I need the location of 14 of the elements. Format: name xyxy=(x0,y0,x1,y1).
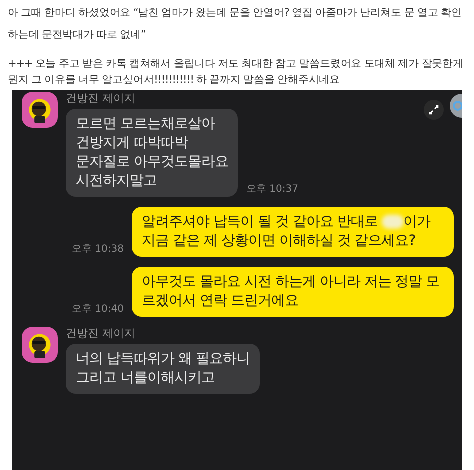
sender-name: 건방진 제이지 xyxy=(66,92,136,105)
post-paragraph: +++ 오늘 주고 받은 카톡 캡쳐해서 올립니다 저도 최대한 참고 말씀드렸어요 도대체 제가 잘못한게 뭔지 그 이유를 너무 알고싶어서!!!!!!!!!!! 하 끝까지 말씀을 안해주시네요 xyxy=(8,57,464,88)
expand-icon[interactable] xyxy=(424,100,444,120)
message-time: 오후 10:40 xyxy=(72,303,124,317)
avatar-icon[interactable] xyxy=(22,327,58,363)
sender-name: 건방진 제이지 xyxy=(66,327,136,340)
sent-message-bubble: 알려주셔야 납득이 될 것 같아요 반대로 이가 지금 같은 제 상황이면 이해하실 것 같으세요? xyxy=(132,207,454,257)
message-time: 오후 10:38 xyxy=(72,243,124,257)
received-message-bubble: 모르면 모르는채로살아 건방지게 따박따박 문자질로 아무것도몰라요 시전하지말고 xyxy=(66,109,238,197)
sent-message-bubble: 아무것도 몰라요 시전 하는게 아니라 저는 정말 모르겠어서 연락 드린거에요 xyxy=(132,267,454,317)
post-paragraph: 아 그때 한마디 하셨었어요 “남친 엄마가 왔는데 문을 안열어? 옆집 아줌마가 난리쳐도 문 열고 확인하는데 문전박대가 따로 없네” xyxy=(8,6,463,43)
received-message-bubble: 너의 납득따위가 왜 필요하니 그리고 너를이해시키고 xyxy=(66,344,260,394)
avatar-icon[interactable] xyxy=(22,92,58,128)
message-time: 오후 10:37 xyxy=(246,183,298,197)
